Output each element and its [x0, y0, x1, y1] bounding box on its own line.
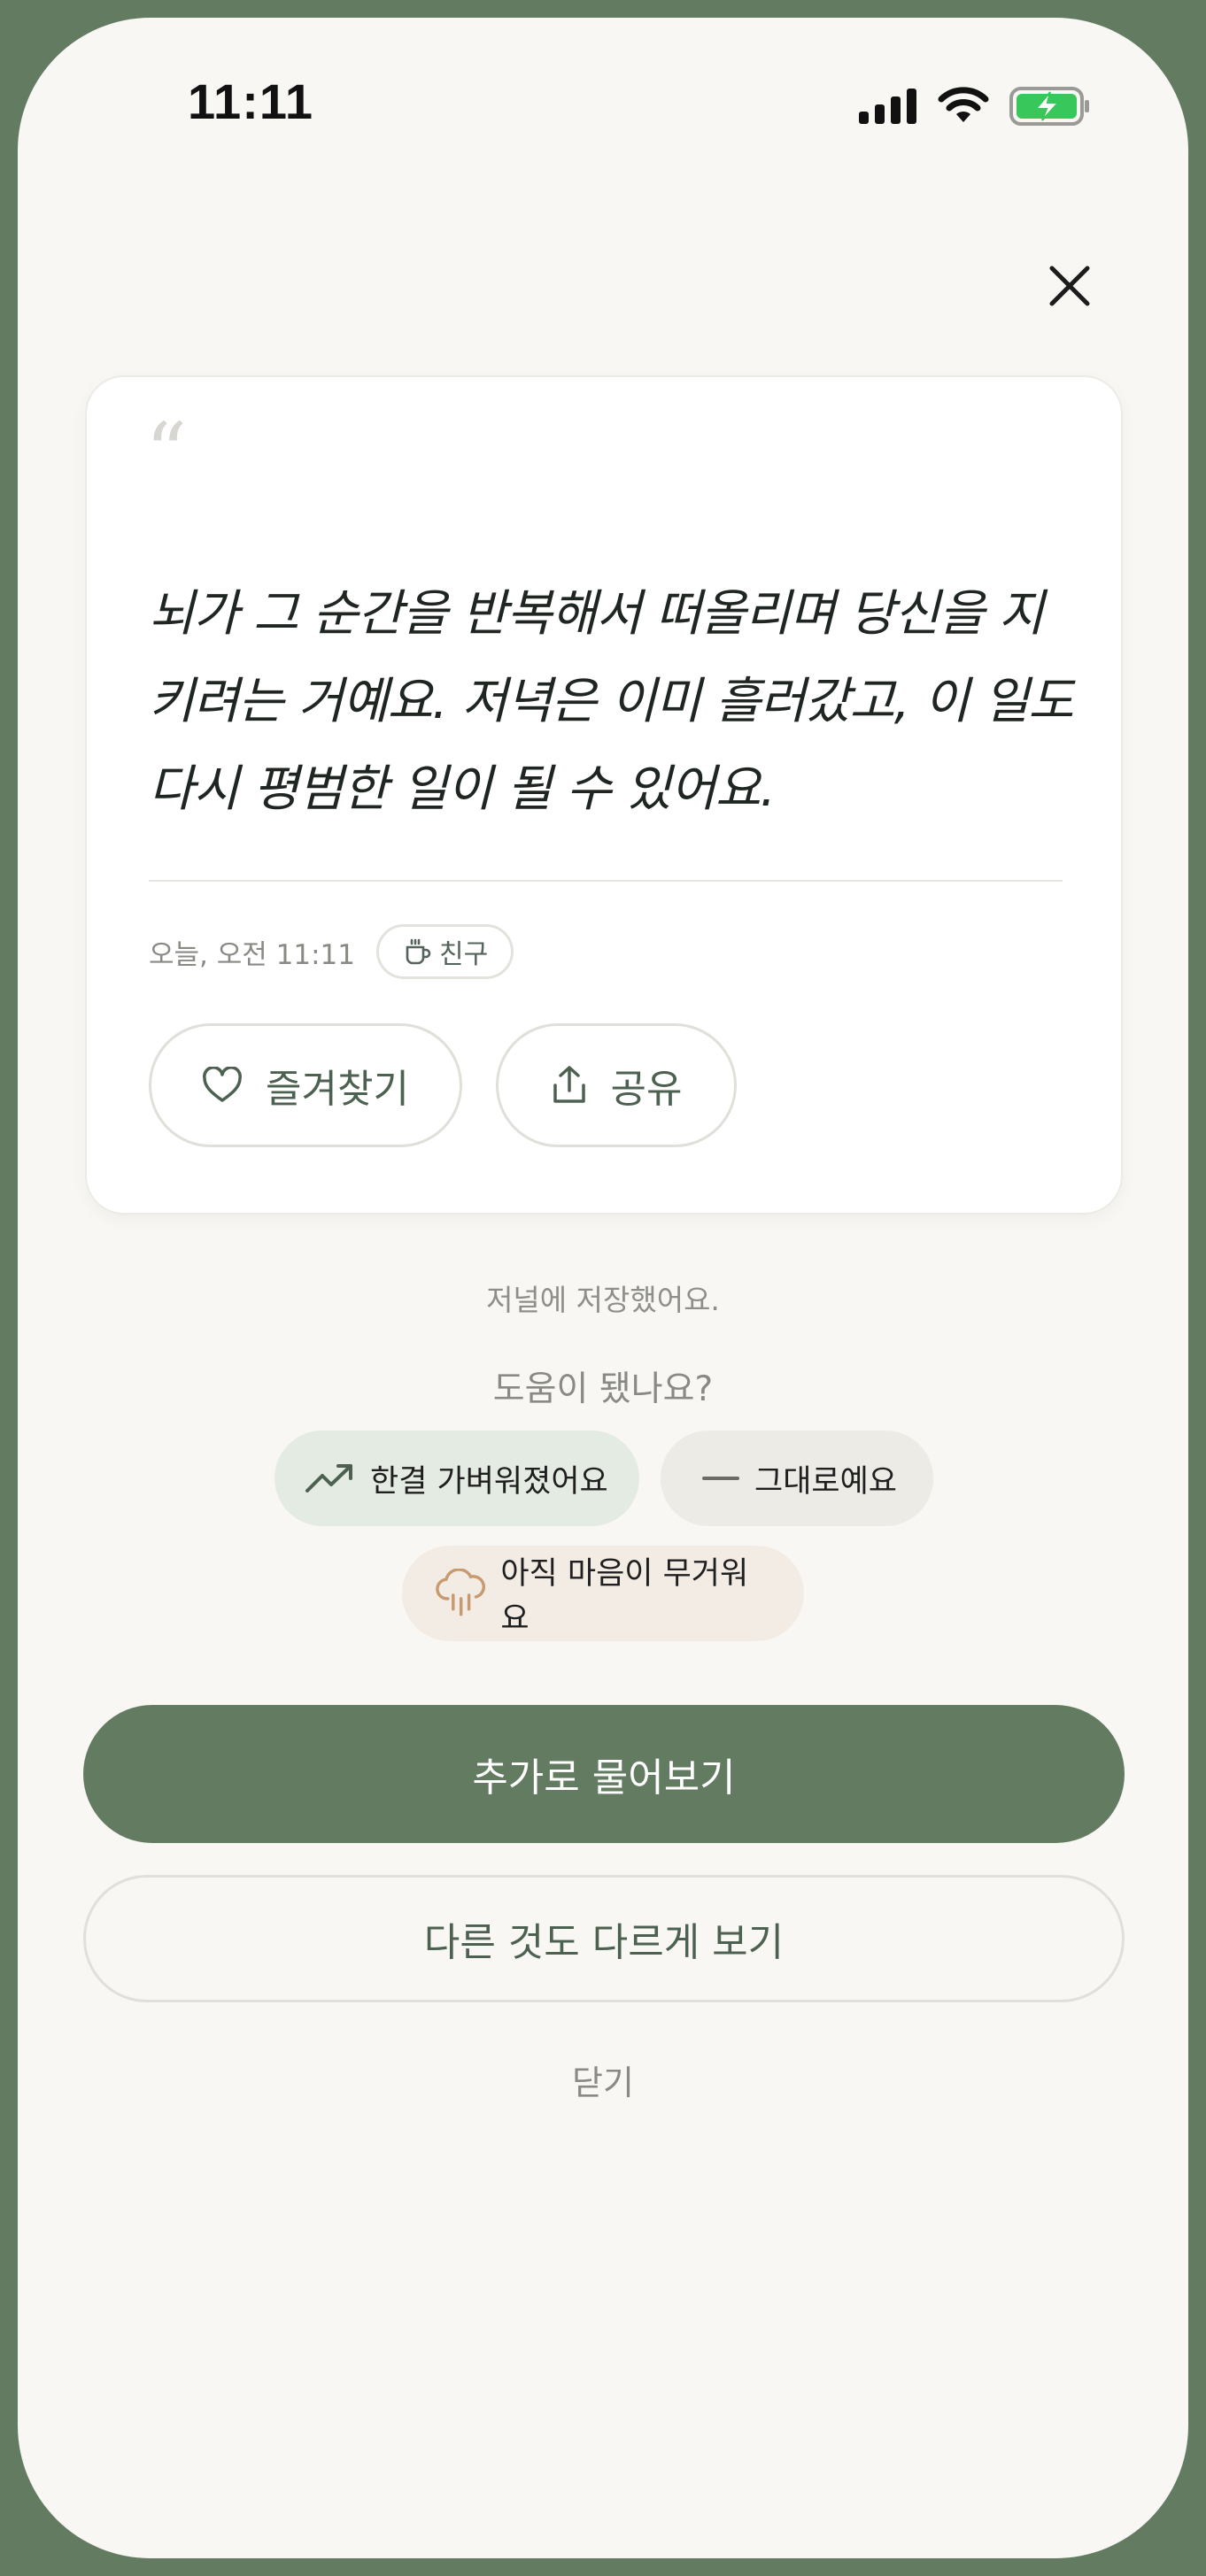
saved-note: 저널에 저장했어요. — [486, 1283, 720, 1317]
heart-icon — [203, 1067, 242, 1102]
battery-charging-icon — [1009, 87, 1089, 126]
quote-mark-icon: “ — [145, 405, 188, 500]
ask-more-button[interactable]: 추가로 물어보기 — [83, 1705, 1125, 1843]
share-label: 공유 — [610, 1067, 683, 1112]
status-time: 11:11 — [188, 73, 314, 129]
share-button[interactable]: 공유 — [496, 1023, 737, 1147]
card-meta: 오늘, 오전 11:11 친구 — [149, 924, 514, 979]
category-tag: 친구 — [375, 924, 514, 979]
divider — [149, 880, 1063, 882]
reframe-card: “ 뇌가 그 순간을 반복해서 떠올리며 당신을 지키려는 거예요. 저녁은 이… — [85, 375, 1123, 1215]
favorite-label: 즐겨찾기 — [266, 1067, 409, 1112]
feedback-label: 아직 마음이 무거워요 — [500, 1556, 749, 1637]
help-question: 도움이 됐나요? — [492, 1369, 714, 1409]
trending-up-icon — [305, 1464, 352, 1492]
favorite-button[interactable]: 즐겨찾기 — [149, 1023, 462, 1147]
cellular-signal-icon — [859, 89, 916, 124]
timestamp: 오늘, 오전 11:11 — [149, 938, 355, 971]
see-differently-button[interactable]: 다른 것도 다르게 보기 — [83, 1875, 1125, 2002]
device-frame: 11:11 “ 뇌가 그 순간을 반복해서 떠올리며 당신을 지키려는 거예요.… — [0, 0, 1206, 2576]
feedback-lighter-button[interactable]: 한결 가벼워졌어요 — [274, 1431, 639, 1526]
feedback-same-button[interactable]: 그대로예요 — [661, 1431, 933, 1526]
coffee-cup-icon — [406, 938, 431, 965]
tag-label: 친구 — [438, 939, 489, 970]
screen: 11:11 “ 뇌가 그 순간을 반복해서 떠올리며 당신을 지키려는 거예요.… — [18, 18, 1188, 2558]
close-icon[interactable] — [1036, 252, 1103, 320]
feedback-label: 한결 가벼워졌어요 — [370, 1463, 608, 1500]
minus-icon — [702, 1477, 739, 1480]
wifi-icon — [938, 87, 989, 122]
feedback-heavy-button[interactable]: 아직 마음이 무거워요 — [402, 1546, 804, 1641]
card-actions: 즐겨찾기 공유 — [149, 1023, 737, 1147]
share-icon — [553, 1066, 585, 1103]
close-link[interactable]: 닫기 — [18, 2055, 1188, 2104]
rain-cloud-icon — [436, 1569, 485, 1616]
quote-text: 뇌가 그 순간을 반복해서 떠올리며 당신을 지키려는 거예요. 저녁은 이미 … — [149, 585, 1074, 818]
feedback-label: 그대로예요 — [754, 1463, 898, 1500]
status-icons — [859, 87, 1091, 126]
